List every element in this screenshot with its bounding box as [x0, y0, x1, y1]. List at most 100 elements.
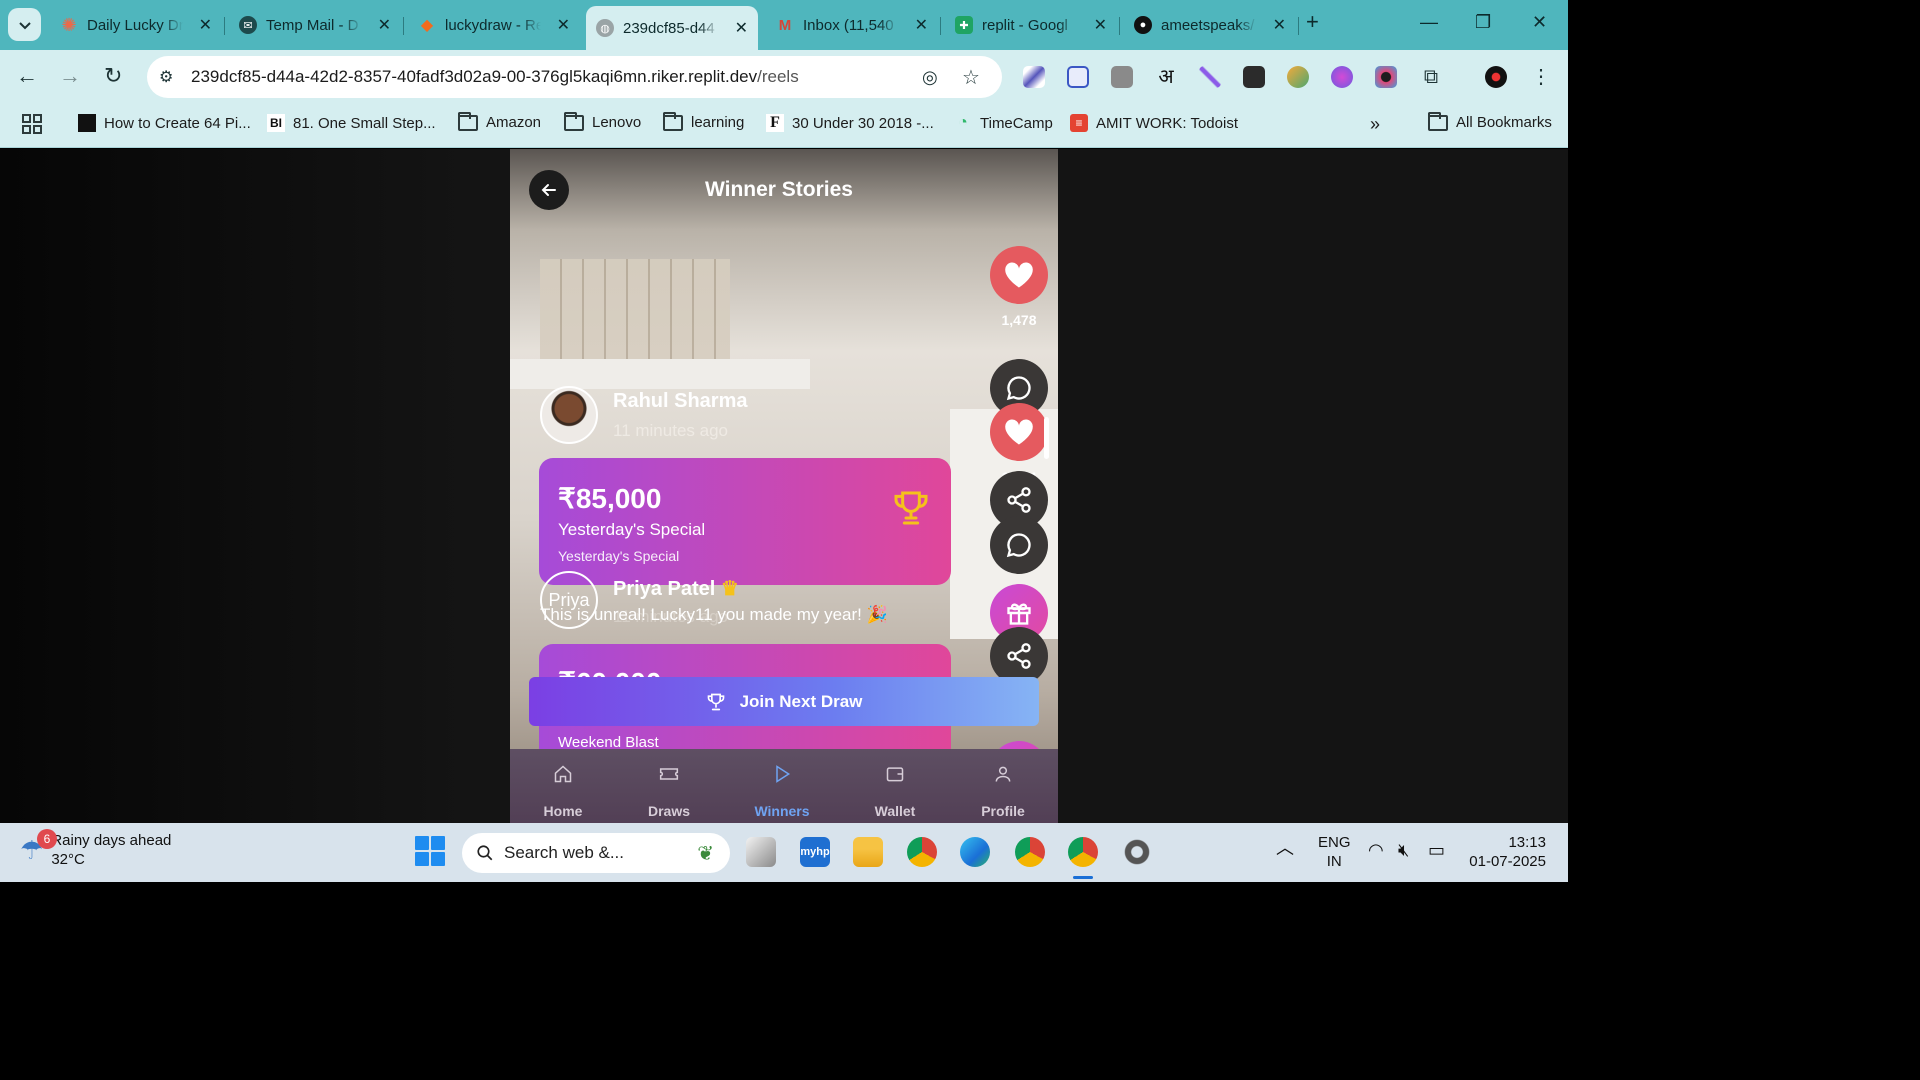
- bookmark-item[interactable]: ≡ AMIT WORK: Todoist: [1070, 114, 1238, 132]
- nav-wallet[interactable]: Wallet: [855, 759, 935, 819]
- tab-google-sheets[interactable]: ✚ replit - Googl ✕: [945, 8, 1117, 42]
- bookmark-folder[interactable]: learning: [663, 111, 744, 131]
- site-info-icon[interactable]: ⚙: [159, 67, 181, 87]
- close-icon[interactable]: ✕: [1273, 15, 1286, 35]
- close-window-button[interactable]: ✕: [1532, 12, 1547, 33]
- bookmark-item[interactable]: BI 81. One Small Step...: [267, 114, 436, 132]
- nav-draws[interactable]: Draws: [629, 759, 709, 819]
- tray-chevron-up-icon[interactable]: ︿: [1276, 839, 1294, 858]
- like-button[interactable]: [990, 246, 1048, 304]
- restore-button[interactable]: ❐: [1475, 12, 1491, 33]
- bookmark-item[interactable]: How to Create 64 Pi...: [78, 114, 251, 132]
- clock-date: 01-07-2025: [1469, 853, 1546, 870]
- menu-kebab-icon[interactable]: ⋮: [1530, 66, 1552, 88]
- bookmark-folder[interactable]: Amazon: [458, 111, 541, 131]
- bookmark-item[interactable]: ◔ TimeCamp: [954, 114, 1053, 132]
- draw-name: Yesterday's Special: [558, 520, 706, 539]
- address-bar[interactable]: ⚙ 239dcf85-d44a-42d2-8357-40fadf3d02a9-0…: [147, 56, 1002, 98]
- close-icon[interactable]: ✕: [1094, 15, 1107, 35]
- hindi-extension-icon[interactable]: अ: [1155, 66, 1177, 88]
- close-icon[interactable]: ✕: [735, 18, 748, 38]
- edge-icon[interactable]: [960, 837, 990, 867]
- language-code: ENG: [1318, 834, 1351, 851]
- tab-gmail[interactable]: M Inbox (11,540 ✕: [766, 8, 938, 42]
- username-text: Priya Patel: [613, 578, 716, 600]
- chrome-icon[interactable]: [907, 837, 937, 867]
- star-icon[interactable]: ☆: [962, 65, 980, 90]
- join-next-draw-button[interactable]: Join Next Draw: [529, 677, 1039, 726]
- battery-icon[interactable]: ▭: [1428, 841, 1445, 860]
- taskbar-search[interactable]: Search web &... ❦: [462, 833, 730, 873]
- bookmark-folder[interactable]: Lenovo: [564, 111, 641, 131]
- volume-muted-icon[interactable]: 🔇︎: [1398, 841, 1409, 860]
- settings-gear-icon[interactable]: [1122, 837, 1152, 867]
- minimize-button[interactable]: —: [1420, 12, 1438, 33]
- nav-winners[interactable]: Winners: [742, 759, 822, 819]
- camera-extension-icon[interactable]: [1375, 66, 1397, 88]
- tab-active-replit-dev[interactable]: ◍ 239dcf85-d44 ✕: [586, 6, 758, 50]
- gift-icon: [1007, 603, 1031, 625]
- clock[interactable]: 13:13 01-07-2025: [1466, 833, 1546, 871]
- language-indicator[interactable]: ENG IN: [1318, 833, 1351, 871]
- bookmark-item[interactable]: F 30 Under 30 2018 -...: [766, 114, 934, 132]
- chevron-down-icon: [18, 21, 31, 29]
- dots-extension-icon[interactable]: [1243, 66, 1265, 88]
- play-icon: [776, 765, 791, 783]
- profile-avatar[interactable]: [1485, 66, 1507, 88]
- folder-icon: [458, 111, 478, 131]
- chrome-profile-icon[interactable]: [1015, 837, 1045, 867]
- close-icon[interactable]: ✕: [199, 15, 212, 35]
- eyedropper-extension-icon[interactable]: [1023, 66, 1045, 88]
- weather-temp: 32°C: [51, 851, 85, 868]
- screen-record-extension-icon[interactable]: [1067, 66, 1089, 88]
- page-icon: [78, 114, 96, 132]
- tab-temp-mail[interactable]: ✉ Temp Mail - D ✕: [229, 8, 401, 42]
- post-time: 11 minutes ago: [613, 421, 728, 440]
- replit-icon: ◆: [420, 17, 434, 34]
- nav-home[interactable]: Home: [523, 759, 603, 819]
- new-tab-button[interactable]: +: [1306, 9, 1319, 35]
- tab-github[interactable]: ● ameetspeaks/ ✕: [1124, 8, 1296, 42]
- avatar-rahul[interactable]: [540, 386, 598, 444]
- username[interactable]: Priya Patel ♛: [613, 576, 739, 601]
- tab-divider: [224, 17, 225, 35]
- close-icon[interactable]: ✕: [915, 15, 928, 35]
- bookmark-label: How to Create 64 Pi...: [104, 114, 251, 132]
- brain-extension-icon[interactable]: [1331, 66, 1353, 88]
- nav-profile[interactable]: Profile: [963, 759, 1043, 819]
- nav-label: Wallet: [874, 803, 916, 819]
- tab-search-button[interactable]: [8, 8, 41, 41]
- close-icon[interactable]: ✕: [378, 15, 391, 35]
- pen-extension-icon[interactable]: [1199, 66, 1221, 88]
- forward-button[interactable]: →: [59, 65, 81, 87]
- puzzle-icon[interactable]: ⧉: [1420, 66, 1442, 88]
- more-bookmarks-chevron-icon[interactable]: »: [1370, 114, 1380, 135]
- file-explorer-icon[interactable]: [853, 837, 883, 867]
- apps-grid-icon[interactable]: [22, 114, 42, 134]
- username[interactable]: Rahul Sharma: [613, 390, 747, 413]
- comment-button[interactable]: [990, 516, 1048, 574]
- like-button[interactable]: [990, 403, 1048, 461]
- ticket-icon: [659, 768, 679, 780]
- back-button[interactable]: ←: [16, 65, 38, 87]
- task-view-icon[interactable]: [746, 837, 776, 867]
- code-extension-icon[interactable]: [1111, 66, 1133, 88]
- tab-luckydraw[interactable]: ◆ luckydraw - Re ✕: [408, 8, 580, 42]
- reload-button[interactable]: ↻: [104, 65, 122, 87]
- reels-viewport[interactable]: Winner Stories 1,478 Rahul Sharma 11 min…: [510, 149, 1058, 823]
- tab-daily-lucky[interactable]: ✺ Daily Lucky Dr ✕: [50, 8, 222, 42]
- bookmark-label: TimeCamp: [980, 114, 1053, 132]
- globe-icon: ◍: [596, 19, 614, 37]
- wifi-icon[interactable]: ◠: [1368, 841, 1384, 860]
- nav-label: Draws: [647, 803, 691, 819]
- close-icon[interactable]: ✕: [557, 15, 570, 35]
- all-bookmarks-folder[interactable]: All Bookmarks: [1428, 111, 1552, 131]
- home-icon: [554, 765, 572, 783]
- scrollbar-thumb[interactable]: [1044, 417, 1049, 459]
- eye-off-icon[interactable]: ◎: [922, 67, 938, 88]
- start-button[interactable]: [415, 836, 445, 866]
- chrome-active-icon[interactable]: [1068, 837, 1098, 867]
- person-extension-icon[interactable]: [1287, 66, 1309, 88]
- bookmark-label: 30 Under 30 2018 -...: [792, 114, 934, 132]
- myhp-icon[interactable]: myhp: [800, 837, 830, 867]
